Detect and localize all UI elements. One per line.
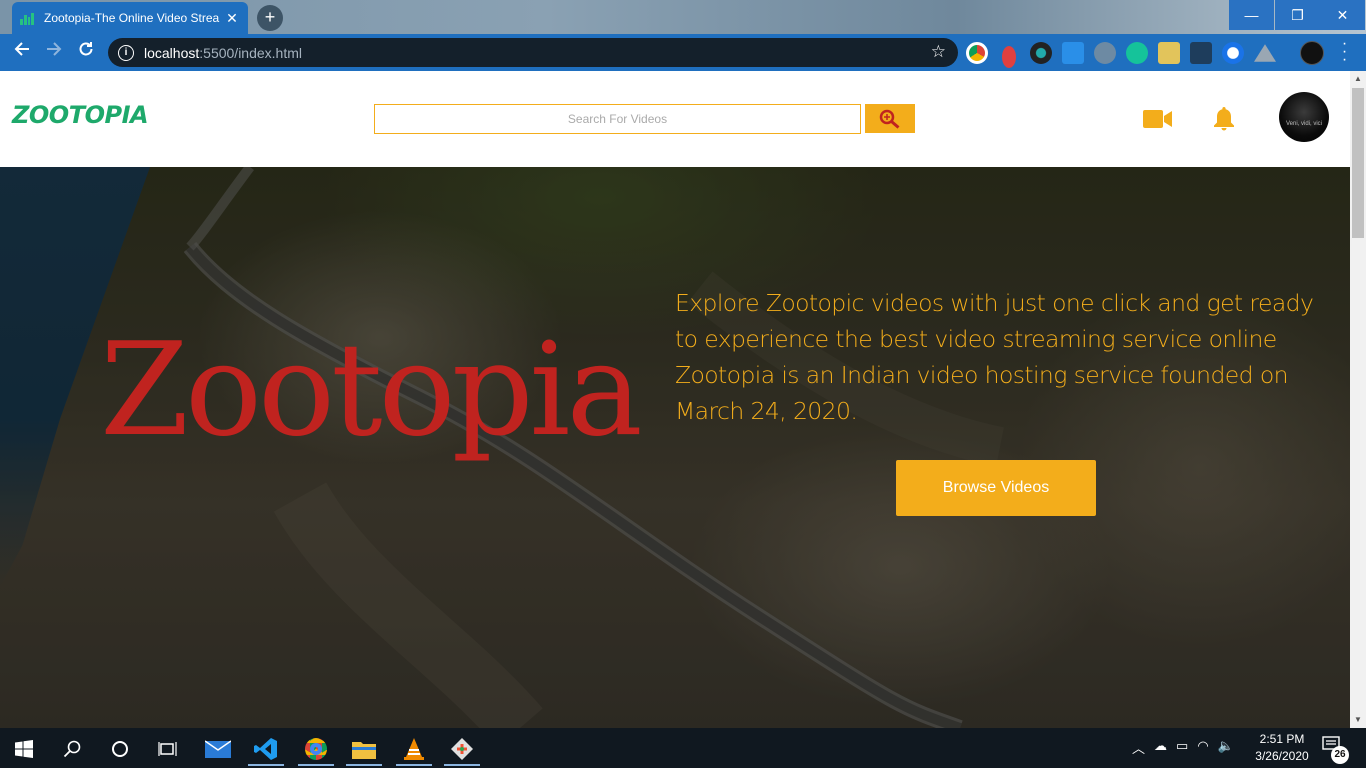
chrome-icon[interactable] bbox=[294, 732, 338, 766]
bell-icon[interactable] bbox=[1212, 105, 1236, 131]
profile-avatar[interactable] bbox=[1300, 41, 1324, 65]
url-path: :5500/index.html bbox=[199, 44, 302, 61]
hero-description: Explore Zootopic videos with just one cl… bbox=[675, 285, 1325, 429]
avatar-caption: Veni, vidi, vici bbox=[1285, 121, 1322, 127]
site-info-icon[interactable]: i bbox=[118, 44, 134, 61]
video-camera-icon[interactable] bbox=[1143, 108, 1173, 130]
reload-icon[interactable] bbox=[74, 40, 98, 64]
search-icon[interactable] bbox=[50, 732, 94, 766]
url-host: localhost bbox=[144, 44, 200, 61]
hero-title: Zootopia bbox=[100, 316, 643, 465]
taskbar-clock[interactable]: 2:51 PM 3/26/2020 bbox=[1250, 731, 1314, 765]
browser-menu-icon[interactable]: · · · bbox=[1334, 36, 1354, 68]
hero-section: Zootopia Explore Zootopic videos with ju… bbox=[0, 167, 1350, 728]
window-minimize-button[interactable]: — bbox=[1229, 0, 1274, 30]
search-button[interactable] bbox=[865, 104, 915, 133]
git-icon[interactable] bbox=[440, 732, 484, 766]
vlc-icon[interactable] bbox=[392, 732, 436, 766]
bookmark-star-icon[interactable]: ☆ bbox=[931, 42, 946, 62]
extension-circle-icon[interactable] bbox=[1222, 42, 1244, 64]
scroll-down-arrow-icon[interactable]: ▼ bbox=[1350, 712, 1366, 728]
search-input[interactable] bbox=[374, 104, 861, 134]
clock-date: 3/26/2020 bbox=[1255, 749, 1309, 763]
browser-toolbar: i localhost:5500/index.html ☆ · · · bbox=[0, 34, 1366, 71]
scroll-up-arrow-icon[interactable]: ▲ bbox=[1350, 71, 1366, 87]
clock-time: 2:51 PM bbox=[1259, 732, 1305, 746]
file-explorer-icon[interactable] bbox=[342, 732, 386, 766]
site-logo[interactable]: ZOOTOPIA bbox=[12, 101, 149, 129]
extension-bolt-icon[interactable] bbox=[1094, 42, 1116, 64]
hero-about: Zootopia is an Indian video hosting serv… bbox=[675, 361, 1289, 425]
mail-icon[interactable] bbox=[196, 732, 240, 766]
volume-icon[interactable]: 🔈 bbox=[1218, 738, 1234, 757]
extension-blue-icon[interactable] bbox=[1062, 42, 1084, 64]
tab-favicon-icon bbox=[20, 11, 34, 25]
chrome-icon[interactable] bbox=[966, 42, 988, 64]
extension-chart-icon[interactable] bbox=[1190, 42, 1212, 64]
battery-icon[interactable]: ▭ bbox=[1176, 738, 1188, 757]
address-bar[interactable]: i localhost:5500/index.html ☆ bbox=[108, 38, 958, 67]
tab-title: Zootopia-The Online Video Strea bbox=[44, 11, 220, 25]
forward-arrow-icon[interactable] bbox=[42, 40, 66, 64]
wifi-icon[interactable]: ◠ bbox=[1197, 738, 1208, 757]
extension-red-icon[interactable] bbox=[1002, 46, 1016, 68]
extension-dark-icon[interactable] bbox=[1030, 42, 1052, 64]
new-tab-button[interactable]: + bbox=[257, 5, 283, 31]
site-header: ZOOTOPIA Veni, vidi, vici bbox=[0, 71, 1350, 167]
browser-tab[interactable]: Zootopia-The Online Video Strea ✕ bbox=[12, 2, 248, 34]
cortana-icon[interactable] bbox=[98, 732, 142, 766]
chevron-up-icon[interactable]: ︿ bbox=[1132, 738, 1145, 757]
task-view-icon[interactable] bbox=[146, 732, 190, 766]
user-avatar[interactable]: Veni, vidi, vici bbox=[1279, 92, 1329, 142]
grammarly-icon[interactable] bbox=[1126, 42, 1148, 64]
window-maximize-button[interactable]: ❐ bbox=[1275, 0, 1320, 30]
hero-tagline: Explore Zootopic videos with just one cl… bbox=[675, 289, 1314, 353]
scrollbar-thumb[interactable] bbox=[1352, 88, 1364, 238]
extensions-bar bbox=[966, 42, 1276, 72]
web-page: ZOOTOPIA Veni, vidi, vici bbox=[0, 71, 1350, 728]
back-arrow-icon[interactable] bbox=[10, 40, 34, 64]
browse-videos-button[interactable]: Browse Videos bbox=[896, 460, 1096, 516]
search-icon bbox=[879, 109, 900, 129]
extension-photo-icon[interactable] bbox=[1158, 42, 1180, 64]
tab-close-icon[interactable]: ✕ bbox=[224, 10, 240, 27]
network-off-icon[interactable]: ☁ bbox=[1154, 738, 1167, 757]
start-icon[interactable] bbox=[2, 732, 46, 766]
browser-title-bar: Zootopia-The Online Video Strea ✕ + — ❐ … bbox=[0, 0, 1366, 34]
window-close-button[interactable]: ✕ bbox=[1320, 0, 1365, 30]
vscode-icon[interactable] bbox=[244, 732, 288, 766]
windows-taskbar: ︿ ☁ ▭ ◠ 🔈 2:51 PM 3/26/2020 26 bbox=[0, 728, 1366, 768]
notification-badge: 26 bbox=[1331, 746, 1349, 764]
system-tray: ︿ ☁ ▭ ◠ 🔈 bbox=[1132, 738, 1234, 757]
drive-icon[interactable] bbox=[1254, 44, 1276, 62]
